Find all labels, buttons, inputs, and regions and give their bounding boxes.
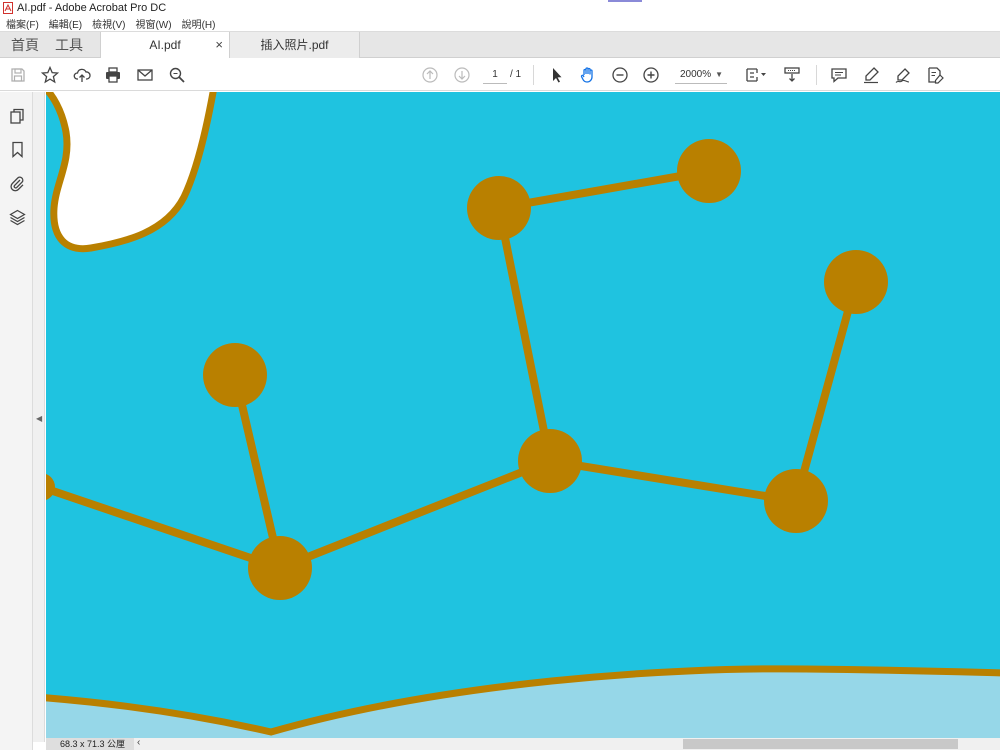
navigation-pane bbox=[0, 92, 33, 750]
bond bbox=[792, 280, 860, 503]
menu-bar: 檔案(F) 編輯(E) 檢視(V) 視窗(W) 說明(H) bbox=[0, 16, 1000, 31]
scroll-left-icon[interactable]: ‹ bbox=[137, 737, 140, 748]
zoom-in-icon[interactable] bbox=[640, 64, 662, 86]
sign-icon[interactable] bbox=[892, 64, 914, 86]
print-icon[interactable] bbox=[102, 64, 124, 86]
tab-document-insert-photo-label: 插入照片.pdf bbox=[260, 38, 329, 52]
toolbar: 1 / 1 2000% ▼ bbox=[0, 58, 1000, 91]
page-total: / 1 bbox=[510, 69, 522, 80]
scroll-mode-icon[interactable] bbox=[781, 64, 803, 86]
molecule-bonds bbox=[46, 167, 860, 572]
menu-edit[interactable]: 編輯(E) bbox=[49, 16, 82, 31]
status-bar: 68.3 x 71.3 公厘 ‹ bbox=[46, 737, 1000, 750]
page-artwork bbox=[46, 92, 1000, 738]
tab-bar: 首頁 工具 AI.pdf × 插入照片.pdf bbox=[0, 31, 1000, 60]
toolbar-divider bbox=[816, 65, 817, 85]
zoom-level-select[interactable]: 2000% ▼ bbox=[675, 66, 727, 84]
hand-tool-icon[interactable] bbox=[577, 64, 599, 86]
menu-file[interactable]: 檔案(F) bbox=[6, 16, 39, 31]
tab-document-insert-photo[interactable]: 插入照片.pdf bbox=[230, 32, 360, 59]
email-icon[interactable] bbox=[134, 64, 156, 86]
save-icon[interactable] bbox=[7, 64, 29, 86]
menu-help[interactable]: 說明(H) bbox=[182, 16, 216, 31]
bond bbox=[495, 207, 554, 462]
horizontal-scrollbar-thumb[interactable] bbox=[683, 739, 958, 749]
page-dimensions: 68.3 x 71.3 公厘 bbox=[46, 738, 134, 750]
tab-document-ai-label: AI.pdf bbox=[149, 38, 181, 52]
bond bbox=[278, 457, 552, 572]
page-fit-icon[interactable] bbox=[743, 64, 771, 86]
tab-close-icon[interactable]: × bbox=[215, 32, 223, 58]
search-icon[interactable] bbox=[166, 64, 188, 86]
tab-tools[interactable]: 工具 bbox=[55, 32, 83, 58]
highlight-icon[interactable] bbox=[860, 64, 882, 86]
upload-cloud-icon[interactable] bbox=[71, 64, 93, 86]
page-number-input[interactable]: 1 bbox=[483, 66, 507, 84]
atom bbox=[824, 250, 888, 314]
titlebar-accent bbox=[608, 0, 642, 2]
menu-window[interactable]: 視窗(W) bbox=[135, 16, 171, 31]
comment-icon[interactable] bbox=[828, 64, 850, 86]
pages-icon[interactable] bbox=[7, 106, 27, 126]
chevron-down-icon: ▼ bbox=[715, 70, 723, 79]
toolbar-divider bbox=[533, 65, 534, 85]
zoom-out-icon[interactable] bbox=[609, 64, 631, 86]
atom bbox=[248, 536, 312, 600]
page-down-icon[interactable] bbox=[451, 64, 473, 86]
atom bbox=[203, 343, 267, 407]
bookmarks-icon[interactable] bbox=[7, 139, 27, 159]
acrobat-app-icon bbox=[3, 2, 13, 14]
pane-collapse-toggle[interactable]: ◀ bbox=[33, 92, 45, 742]
bond bbox=[46, 484, 282, 572]
title-bar: AI.pdf - Adobe Acrobat Pro DC bbox=[0, 0, 1000, 16]
atom bbox=[46, 473, 55, 501]
atom bbox=[677, 139, 741, 203]
lower-band-shape bbox=[46, 668, 1000, 738]
layers-icon[interactable] bbox=[7, 207, 27, 227]
tab-document-ai[interactable]: AI.pdf × bbox=[100, 32, 230, 60]
page-up-icon[interactable] bbox=[419, 64, 441, 86]
menu-view[interactable]: 檢視(V) bbox=[92, 16, 125, 31]
atom bbox=[467, 176, 531, 240]
bond bbox=[549, 457, 797, 505]
tab-home[interactable]: 首頁 bbox=[11, 32, 39, 58]
atom bbox=[764, 469, 828, 533]
attachments-icon[interactable] bbox=[7, 173, 27, 193]
fill-sign-icon[interactable] bbox=[924, 64, 946, 86]
zoom-level-value: 2000% bbox=[680, 69, 712, 80]
bookmark-star-icon[interactable] bbox=[39, 64, 61, 86]
white-blob-shape bbox=[46, 92, 217, 253]
select-cursor-icon[interactable] bbox=[546, 64, 568, 86]
atom bbox=[518, 429, 582, 493]
window-title: AI.pdf - Adobe Acrobat Pro DC bbox=[17, 2, 167, 14]
chevron-left-icon: ◀ bbox=[36, 414, 43, 423]
document-page[interactable] bbox=[46, 92, 1000, 738]
